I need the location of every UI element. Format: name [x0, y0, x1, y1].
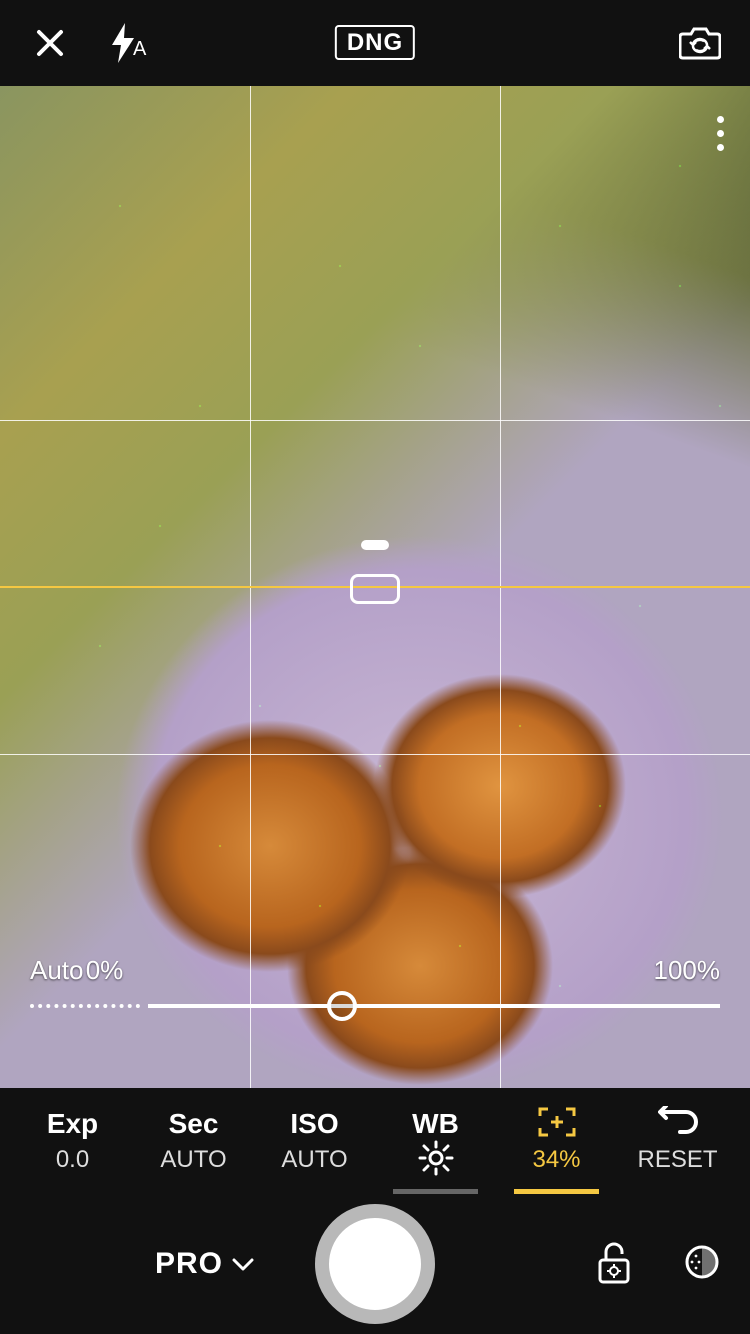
slider-min-label: 0% — [86, 955, 124, 986]
grid-line — [0, 754, 750, 755]
half-circle-icon — [684, 1244, 720, 1280]
slider-auto-zone — [30, 1004, 140, 1008]
level-box — [350, 574, 400, 604]
param-value: 0.0 — [56, 1146, 89, 1174]
param-exposure[interactable]: Exp 0.0 — [12, 1088, 133, 1194]
grid-line — [0, 420, 750, 421]
param-label: ISO — [290, 1108, 338, 1140]
param-shutter-speed[interactable]: Sec AUTO — [133, 1088, 254, 1194]
focus-slider[interactable] — [30, 1004, 720, 1008]
focus-slider-row: Auto 0% 100% — [30, 955, 720, 1008]
kebab-dot — [717, 144, 724, 151]
top-toolbar: A DNG — [0, 0, 750, 86]
kebab-dot — [717, 116, 724, 123]
slider-labels: Auto 0% 100% — [30, 955, 720, 986]
file-format-badge[interactable]: DNG — [335, 29, 415, 57]
slider-auto-label: Auto — [30, 955, 84, 986]
bottom-bar: PRO — [0, 1194, 750, 1334]
param-label: Exp — [47, 1108, 98, 1140]
level-indicator — [361, 540, 389, 550]
slider-track — [148, 1004, 720, 1008]
viewfinder-menu-button[interactable] — [717, 116, 724, 151]
param-focus[interactable]: . 34% — [496, 1088, 617, 1194]
mode-label: PRO — [155, 1247, 223, 1281]
param-label: Sec — [169, 1108, 219, 1140]
viewfinder[interactable]: Auto 0% 100% — [0, 86, 750, 1088]
format-label: DNG — [335, 25, 415, 60]
param-label: WB — [412, 1108, 459, 1140]
param-value: 34% — [532, 1146, 580, 1174]
lock-open-gear-icon — [594, 1240, 634, 1284]
flash-mode-label: A — [133, 38, 146, 61]
slider-max-label: 100% — [653, 955, 720, 986]
slider-thumb[interactable] — [327, 991, 357, 1021]
switch-camera-button[interactable] — [678, 21, 722, 65]
overlay-toggle-button[interactable] — [684, 1244, 720, 1285]
sun-icon — [418, 1140, 454, 1176]
kebab-dot — [717, 130, 724, 137]
close-button[interactable] — [28, 21, 72, 65]
param-white-balance[interactable]: WB . — [375, 1088, 496, 1194]
param-value: AUTO — [281, 1146, 347, 1174]
mode-selector[interactable]: PRO — [155, 1247, 255, 1281]
switch-camera-icon — [679, 26, 721, 60]
settings-lock-button[interactable] — [594, 1240, 634, 1289]
parameter-bar: Exp 0.0 Sec AUTO ISO AUTO WB . . 34% . R… — [0, 1088, 750, 1194]
shutter-button[interactable] — [315, 1204, 435, 1324]
close-icon — [35, 28, 65, 58]
param-iso[interactable]: ISO AUTO — [254, 1088, 375, 1194]
param-label: RESET — [637, 1146, 717, 1174]
param-value: AUTO — [160, 1146, 226, 1174]
flash-toggle[interactable]: A — [110, 23, 146, 63]
param-reset[interactable]: . RESET — [617, 1088, 738, 1194]
chevron-down-icon — [231, 1256, 255, 1272]
